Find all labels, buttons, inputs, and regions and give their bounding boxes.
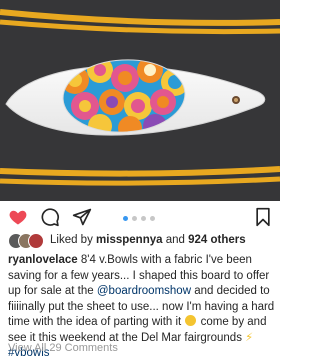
surfboard-photo [0,0,280,201]
liked-by-prefix: Liked by [50,234,97,246]
liked-and: and [162,234,189,246]
comment-icon [41,208,60,227]
carousel-dot-active [123,216,128,221]
carousel-dot [150,216,155,221]
share-button[interactable] [72,207,92,227]
send-icon [72,208,92,226]
like-button[interactable] [8,207,28,227]
caption-mention[interactable]: @boardroomshow [97,285,191,297]
carousel-dot [141,216,146,221]
view-comments-link[interactable]: View All 29 Comments [8,342,118,354]
liker-avatars[interactable] [8,233,50,249]
action-bar [0,203,280,229]
likes-row: Liked by misspennya and 924 others [8,233,276,251]
post-photo[interactable] [0,0,280,201]
bookmark-icon [256,207,270,227]
comment-button[interactable] [40,207,60,227]
likes-summary: Liked by misspennya and 924 others [50,234,246,246]
avatar [28,233,44,249]
heart-icon [9,210,27,225]
carousel-dot [132,216,137,221]
carousel-indicator [123,216,157,222]
liked-by-user-link[interactable]: misspennya [96,234,162,246]
caption-username[interactable]: ryanlovelace [8,254,78,266]
smiling-emoji-icon [185,315,197,326]
likes-count-link[interactable]: 924 others [188,234,246,246]
lightning-emoji-icon: ⚡ [245,331,254,344]
save-button[interactable] [253,207,273,227]
